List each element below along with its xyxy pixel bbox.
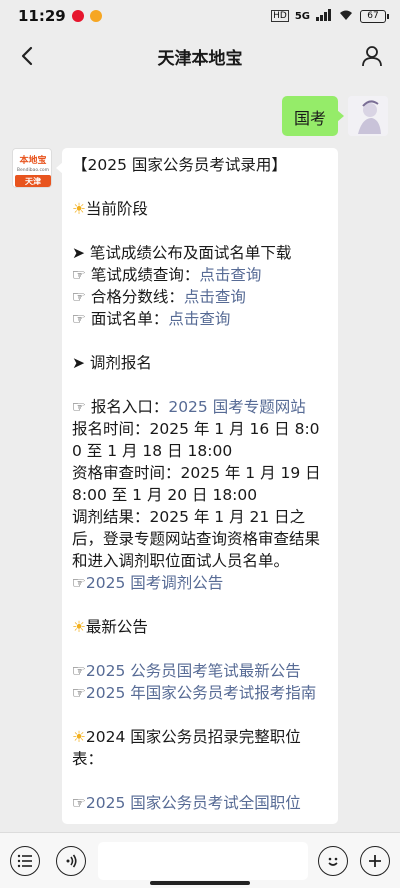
received-message-row: 本地宝 Bendibao.com 天津 【2025 国家公务员考试录用】 ☀当前阶… [12,148,338,824]
svg-text:天津: 天津 [25,176,41,186]
sun-icon: ☀ [72,200,86,218]
link-line: ☞ 笔试成绩查询：点击查询 [72,264,328,286]
hd-icon: HD [271,10,289,22]
link-line-label: ☞ 面试名单： [72,310,169,328]
received-message-bubble[interactable]: 【2025 国家公务员考试录用】 ☀当前阶段 ➤ 笔试成绩公布及面试名单下载 ☞ 笔试… [56,148,338,824]
message-text-line: 调剂结果：2025 年 1 月 21 日之后，登录专题网站查询资格审查结果和进入… [72,508,321,570]
home-indicator [150,881,250,885]
emoji-icon[interactable] [318,845,348,876]
message-link[interactable]: 2025 公务员国考笔试最新公告 [86,662,301,680]
weibo-icon [71,10,84,22]
status-bar: 11:29 HD 5G 67 [0,0,400,32]
section-heading-text: 2024 国家公务员招录完整职位表： [72,728,301,768]
wifi-icon [338,9,354,24]
message-input[interactable] [98,841,308,880]
sent-message-text: 国考 [293,109,326,128]
notification-icon [89,10,102,22]
message-text-line: 资格审查时间：2025 年 1 月 19 日 8:00 至 1 月 20 日 1… [72,464,326,504]
sent-message-row: 国考 [281,96,388,136]
input-toolbar [0,832,400,888]
link-line: ☞ 合格分数线：点击查询 [72,286,328,308]
chevron-left-icon[interactable] [14,42,42,70]
voice-icon[interactable] [56,845,86,876]
menu-icon[interactable] [10,845,40,876]
link-line: ☞ 面试名单：点击查询 [72,308,328,330]
link-line: ☞ 报名入口：2025 国考专题网站 [72,396,328,418]
link-line-label: ☞ [72,794,86,812]
link-line-label: ☞ 合格分数线： [72,288,184,306]
message-text-line: 【2025 国家公务员考试录用】 [72,156,287,174]
section-heading: ☀当前阶段 [72,198,328,220]
status-time: 11:29 [18,7,66,25]
message-link[interactable]: 点击查询 [199,266,261,284]
brand-avatar[interactable]: 本地宝 Bendibao.com 天津 [12,148,52,188]
link-line-label: ☞ [72,662,86,680]
svg-text:Bendibao.com: Bendibao.com [17,167,49,173]
section-heading-text: 最新公告 [85,618,148,636]
link-line-label: ☞ [72,574,86,592]
message-link[interactable]: 2025 年国家公务员考试报考指南 [86,684,316,702]
message-link[interactable]: 点击查询 [184,288,246,306]
section-heading: ☀最新公告 [72,616,328,638]
chat-title: 天津本地宝 [157,48,243,69]
sent-message-bubble[interactable]: 国考 [281,96,345,136]
message-link[interactable]: 2025 国考专题网站 [168,398,305,416]
section-heading-text: 当前阶段 [85,200,148,218]
message-link[interactable]: 2025 国家公务员考试全国职位 [86,794,301,812]
person-icon[interactable] [358,42,386,70]
chat-area[interactable]: 国考 本地宝 Bendibao.com 天津 【2025 国家公务员考试录用】 ☀… [0,80,400,832]
signal-icon [316,8,332,24]
network-label: 5G [294,10,310,22]
link-line: ☞2025 国考调剂公告 [72,572,328,594]
section-heading: ☀2024 国家公务员招录完整职位表： [72,726,328,770]
message-text-line: ➤ 调剂报名 [72,354,152,372]
user-avatar[interactable] [348,96,388,136]
link-line: ☞2025 公务员国考笔试最新公告 [72,660,328,682]
battery-icon: 67 [360,9,389,23]
link-line: ☞2025 国家公务员考试全国职位 [72,792,328,814]
battery-level: 67 [367,10,379,21]
message-text-line: 报名时间：2025 年 1 月 16 日 8:00 至 1 月 18 日 18:… [72,420,320,460]
sun-icon: ☀ [72,728,86,746]
message-text-line: ➤ 笔试成绩公布及面试名单下载 [72,244,292,262]
message-link[interactable]: 2025 国考调剂公告 [86,574,223,592]
plus-icon[interactable] [360,845,390,876]
nav-bar: 天津本地宝 [0,32,400,80]
link-line-label: ☞ [72,684,86,702]
sun-icon: ☀ [72,618,86,636]
message-link[interactable]: 点击查询 [168,310,230,328]
svg-text:本地宝: 本地宝 [19,154,46,166]
link-line-label: ☞ 笔试成绩查询： [72,266,200,284]
link-line: ☞2025 年国家公务员考试报考指南 [72,682,328,704]
link-line-label: ☞ 报名入口： [72,398,169,416]
